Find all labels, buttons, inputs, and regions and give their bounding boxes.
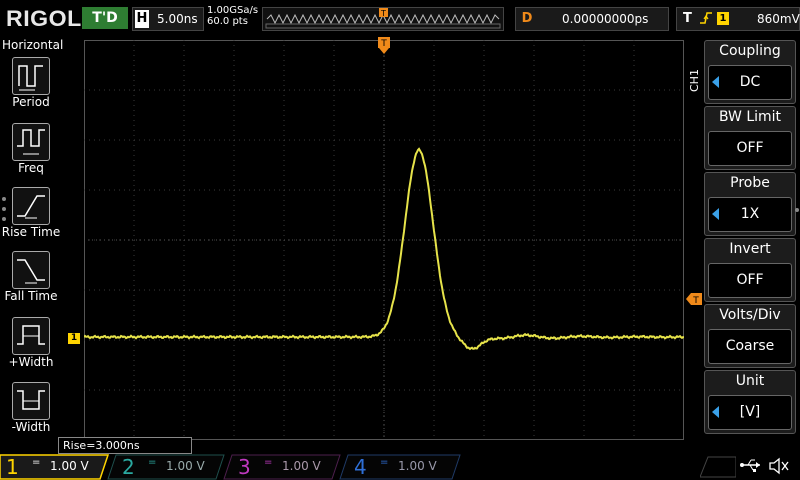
bw-limit-value-box: OFF <box>708 131 792 166</box>
measure-menu: Horizontal Period Freq Rise Time Fall Ti… <box>0 37 64 437</box>
invert-title: Invert <box>729 241 771 257</box>
measure-negative-width[interactable]: -Width <box>0 382 62 442</box>
ch1-tab[interactable]: 1 = 1.00 V <box>0 454 110 480</box>
measure-rise-time[interactable]: Rise Time <box>0 187 62 247</box>
sample-rate: 1.00GSa/s <box>207 5 259 16</box>
timebase-box[interactable]: H 5.00ns <box>132 7 204 31</box>
measure-fall-time[interactable]: Fall Time <box>0 251 62 311</box>
memory-track[interactable]: T <box>262 7 504 31</box>
ch3-number: 3 <box>238 455 251 479</box>
trigger-level-value: 860mV <box>757 12 800 26</box>
svg-text:T: T <box>380 9 386 18</box>
ch4-tab[interactable]: 4 = 1.00 V <box>348 454 458 480</box>
trigger-level-label: T <box>692 296 699 305</box>
measure-period[interactable]: Period <box>0 57 62 117</box>
horizontal-key: H <box>135 10 149 28</box>
invert-softkey[interactable]: Invert OFF <box>704 238 796 302</box>
ch1-scale: 1.00 V <box>50 459 89 473</box>
coupling-value-box: DC <box>708 65 792 100</box>
trigger-box[interactable]: T 1 860mV <box>676 7 800 31</box>
trigger-position-marker[interactable]: T <box>378 37 390 59</box>
run-status-badge[interactable]: T'D <box>82 7 128 29</box>
ch4-scale: 1.00 V <box>398 459 437 473</box>
positive-width-icon <box>12 317 50 355</box>
page-dot <box>2 197 6 201</box>
bw-limit-value: OFF <box>736 140 764 156</box>
ch2-coupling-icon: = <box>148 457 157 468</box>
measure-menu-title: Horizontal <box>2 38 64 52</box>
fall-time-icon <box>12 251 50 289</box>
timebase-value: 5.00ns <box>157 12 198 26</box>
bw-limit-softkey[interactable]: BW Limit OFF <box>704 106 796 170</box>
unit-value: [V] <box>739 404 761 420</box>
probe-value: 1X <box>740 206 760 222</box>
unit-value-box: [V] <box>708 395 792 430</box>
measurement-readout: Rise=3.000ns <box>58 437 192 454</box>
ch1-number: 1 <box>6 455 19 479</box>
rising-edge-icon <box>699 10 713 32</box>
probe-softkey[interactable]: Probe 1X <box>704 172 796 236</box>
delay-key: D <box>521 11 533 26</box>
ch3-scale: 1.00 V <box>282 459 321 473</box>
graticule <box>83 40 685 440</box>
negative-width-icon <box>12 382 50 420</box>
page-dot <box>795 208 799 212</box>
usb-icon <box>740 457 762 477</box>
ch2-scale: 1.00 V <box>166 459 205 473</box>
ch2-tab[interactable]: 2 = 1.00 V <box>116 454 226 480</box>
ch3-coupling-icon: = <box>264 457 273 468</box>
ch3-tab[interactable]: 3 = 1.00 V <box>232 454 342 480</box>
delay-box[interactable]: D 0.00000000ps <box>515 7 669 31</box>
measure-positive-width-label: +Width <box>8 355 54 369</box>
ch2-number: 2 <box>122 455 135 479</box>
speaker-muted-icon[interactable] <box>768 457 790 479</box>
coupling-value: DC <box>739 74 761 90</box>
top-status-bar: RIGOL T'D H 5.00ns 1.00GSa/s 60.0 pts T … <box>0 0 800 36</box>
bottom-corner-frame <box>700 456 736 478</box>
channel-menu: Coupling DC BW Limit OFF Probe 1X Invert… <box>704 40 796 434</box>
volts-div-softkey[interactable]: Volts/Div Coarse <box>704 304 796 368</box>
trigger-channel-badge: 1 <box>717 12 729 25</box>
waveform-display[interactable] <box>83 40 685 440</box>
sample-info: 1.00GSa/s 60.0 pts <box>207 5 258 27</box>
delay-value: 0.00000000ps <box>562 12 649 26</box>
frequency-icon <box>12 123 50 161</box>
bw-limit-title: BW Limit <box>718 109 782 125</box>
measure-rise-time-label: Rise Time <box>1 225 61 239</box>
trigger-key: T <box>683 11 692 26</box>
volts-div-title: Volts/Div <box>719 307 781 323</box>
ch4-number: 4 <box>354 455 367 479</box>
trigger-level-marker[interactable]: T <box>686 290 702 309</box>
memory-depth: 60.0 pts <box>207 16 248 27</box>
invert-value-box: OFF <box>708 263 792 298</box>
measure-period-label: Period <box>12 95 50 109</box>
memory-track-graphic: T <box>265 8 501 29</box>
track-trigger-marker: T <box>379 8 388 18</box>
volts-div-value: Coarse <box>725 338 775 354</box>
page-dot <box>2 217 6 221</box>
ch4-coupling-icon: = <box>380 457 389 468</box>
invert-value: OFF <box>736 272 764 288</box>
unit-title: Unit <box>735 373 765 389</box>
probe-title: Probe <box>730 175 770 191</box>
channel-status-bar: 1 = 1.00 V 2 = 1.00 V 3 = 1.00 V 4 = 1.0… <box>0 454 800 480</box>
coupling-softkey[interactable]: Coupling DC <box>704 40 796 104</box>
ch1-coupling-icon: = <box>32 457 41 468</box>
measure-frequency[interactable]: Freq <box>0 123 62 183</box>
trigger-position-label: T <box>380 39 387 49</box>
rise-time-icon <box>12 187 50 225</box>
brand-logo: RIGOL <box>6 6 82 31</box>
measure-positive-width[interactable]: +Width <box>0 317 62 377</box>
measure-fall-time-label: Fall Time <box>4 289 58 303</box>
ch1-offset-marker[interactable]: 1 <box>68 333 80 344</box>
ch1-menu-tab: CH1 <box>688 69 701 92</box>
coupling-title: Coupling <box>719 43 781 59</box>
volts-div-value-box: Coarse <box>708 329 792 364</box>
period-icon <box>12 57 50 95</box>
probe-value-box: 1X <box>708 197 792 232</box>
page-dot <box>2 207 6 211</box>
measure-frequency-label: Freq <box>18 161 44 175</box>
measure-negative-width-label: -Width <box>11 420 51 434</box>
unit-softkey[interactable]: Unit [V] <box>704 370 796 434</box>
